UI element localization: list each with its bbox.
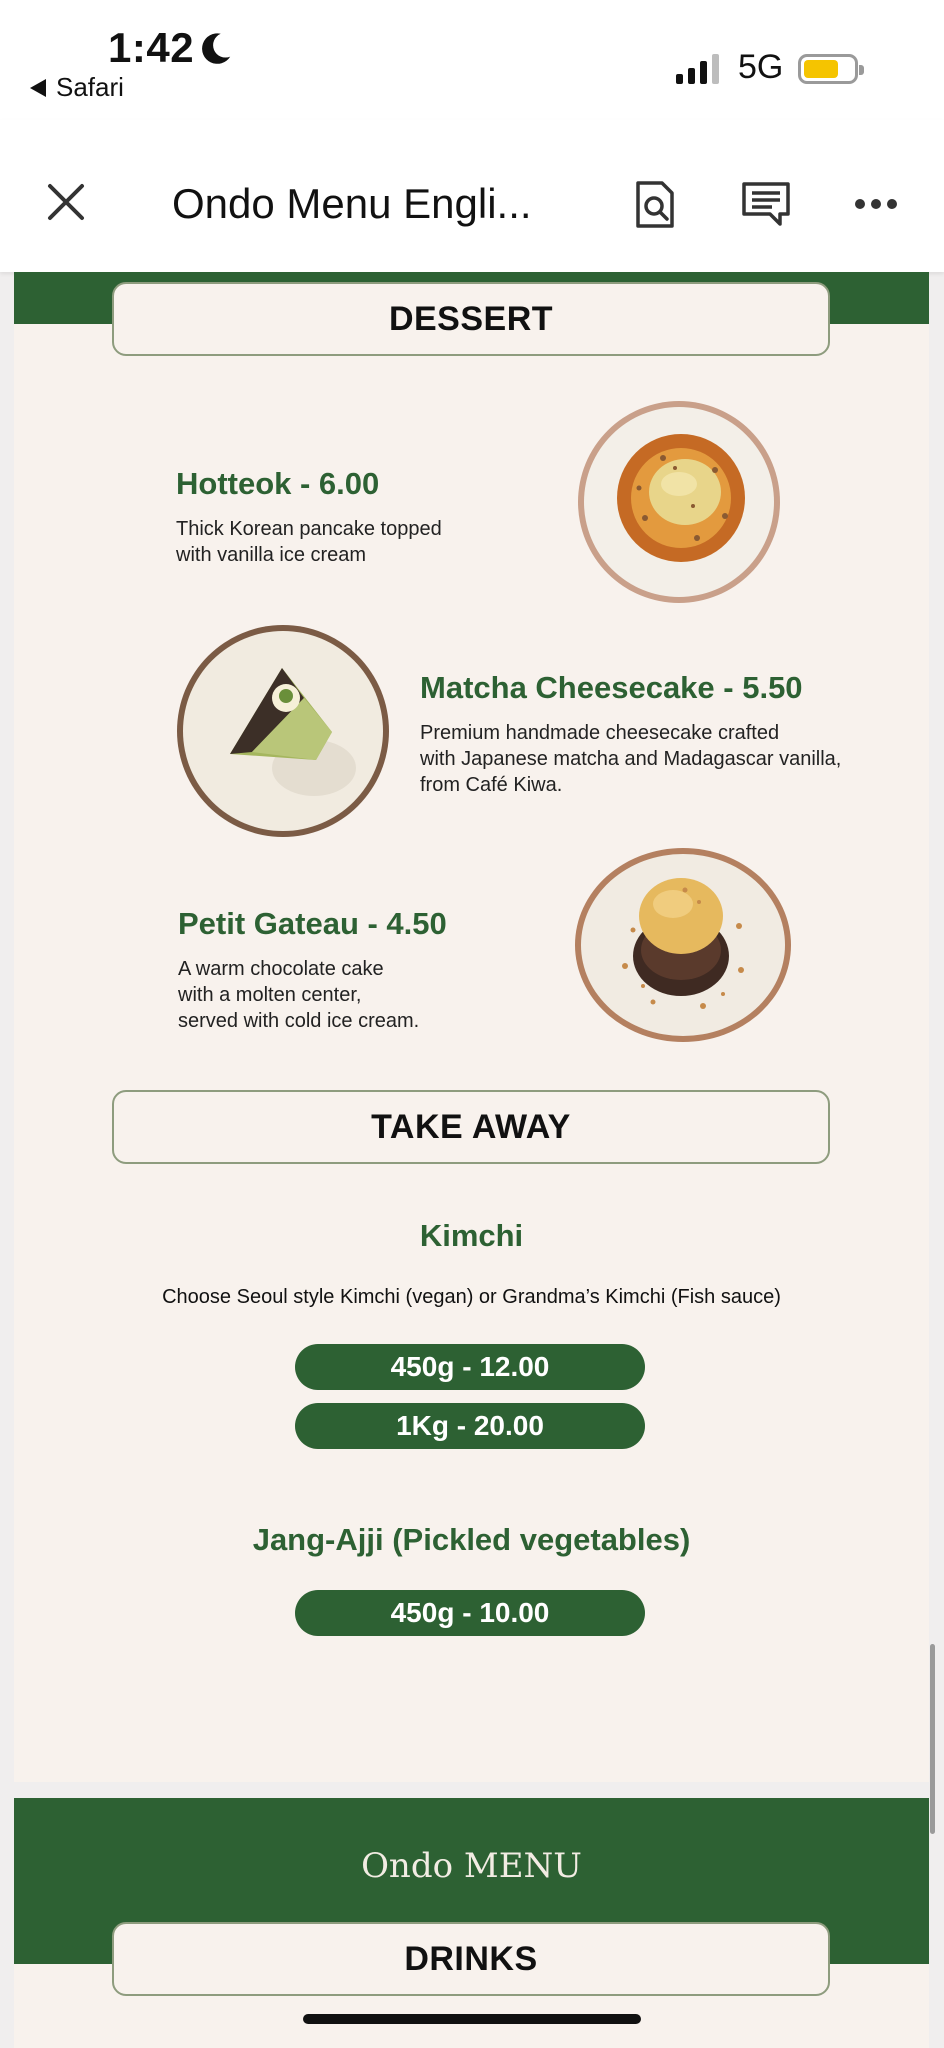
signal-icon bbox=[676, 52, 719, 84]
back-triangle-icon bbox=[30, 79, 46, 97]
drinks-heading: DRINKS bbox=[112, 1922, 830, 1996]
footer-menu-title: Ondo MENU bbox=[361, 1846, 582, 1886]
petit-gateau-description: A warm chocolate cake with a molten cent… bbox=[178, 958, 420, 1032]
hotteok-image bbox=[578, 401, 780, 603]
kimchi-description: Choose Seoul style Kimchi (vegan) or Gra… bbox=[162, 1286, 781, 1308]
comments-icon[interactable] bbox=[740, 180, 792, 228]
matcha-cheesecake-name: Matcha Cheesecake - 5.50 bbox=[420, 670, 803, 705]
battery-fill bbox=[804, 60, 838, 78]
jang-ajji-price-450g: 450g - 10.00 bbox=[295, 1590, 645, 1636]
more-options-icon[interactable] bbox=[854, 198, 898, 210]
hotteok-name: Hotteok - 6.00 bbox=[176, 466, 380, 501]
document-title: Ondo Menu Engli... bbox=[172, 180, 532, 227]
matcha-cheesecake-description: Premium handmade cheesecake crafted with… bbox=[420, 722, 842, 796]
home-indicator[interactable] bbox=[303, 2014, 641, 2024]
next-page-header: Ondo MENU DRINKS bbox=[14, 1798, 929, 2048]
petit-gateau-image bbox=[575, 848, 791, 1042]
kimchi-name: Kimchi bbox=[419, 1218, 524, 1253]
scrollbar[interactable] bbox=[930, 1644, 935, 1834]
back-to-app-link[interactable]: Safari bbox=[30, 72, 124, 103]
close-icon[interactable] bbox=[44, 180, 88, 224]
find-in-document-icon[interactable] bbox=[632, 180, 678, 230]
document-toolbar: Ondo Menu Engli... bbox=[0, 120, 944, 272]
kimchi-price-1kg: 1Kg - 20.00 bbox=[295, 1403, 645, 1449]
network-label: 5G bbox=[738, 48, 784, 86]
jang-ajji-name: Jang-Ajji (Pickled vegetables) bbox=[252, 1522, 691, 1557]
kimchi-price-450g: 450g - 12.00 bbox=[295, 1344, 645, 1390]
status-time: 1:42 bbox=[108, 24, 195, 71]
moon-icon bbox=[202, 33, 231, 64]
petit-gateau-name: Petit Gateau - 4.50 bbox=[178, 906, 447, 941]
dessert-heading: DESSERT bbox=[112, 282, 830, 356]
battery-icon bbox=[798, 54, 864, 84]
menu-page: DESSERT Hotteok - 6.00 Thick Korean panc… bbox=[14, 272, 929, 1782]
matcha-cheesecake-image bbox=[177, 625, 389, 837]
takeaway-heading: TAKE AWAY bbox=[112, 1090, 830, 1164]
status-bar: 1:42 Safari 5G bbox=[0, 0, 944, 120]
hotteok-description: Thick Korean pancake topped with vanilla… bbox=[176, 518, 442, 566]
back-app-label: Safari bbox=[56, 72, 124, 102]
